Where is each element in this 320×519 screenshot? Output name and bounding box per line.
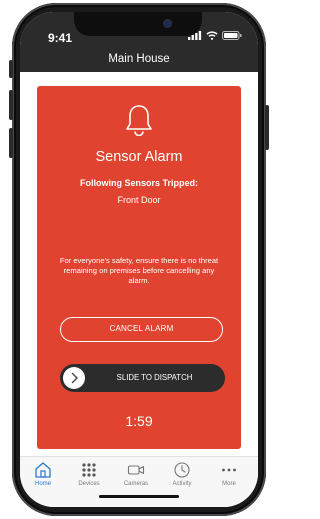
signal-icon xyxy=(188,31,202,40)
tab-cameras-label: Cameras xyxy=(123,481,149,487)
tab-cameras[interactable]: Cameras xyxy=(117,457,155,497)
alarm-card: Sensor Alarm Following Sensors Tripped: … xyxy=(37,86,241,449)
tab-bar: Home Devices Cameras Activity More xyxy=(20,456,258,507)
slide-to-dispatch-slider[interactable]: SLIDE TO DISPATCH xyxy=(60,364,225,392)
tripped-sensors-label: Following Sensors Tripped: xyxy=(79,178,198,188)
tripped-sensor-name: Front Door xyxy=(117,195,161,205)
tab-home-label: Home xyxy=(34,481,51,487)
tab-activity-label: Activity xyxy=(172,481,192,487)
app-header: 9:41 Main House xyxy=(20,12,258,72)
page-title: Main House xyxy=(108,53,170,65)
slider-handle[interactable] xyxy=(63,367,85,389)
tab-more-label: More xyxy=(222,481,236,487)
front-camera xyxy=(164,20,171,27)
slider-label: SLIDE TO DISPATCH xyxy=(116,373,193,382)
tab-activity[interactable]: Activity xyxy=(163,457,201,497)
camera-icon xyxy=(127,465,145,475)
battery-icon xyxy=(222,31,242,40)
home-indicator[interactable] xyxy=(99,495,179,498)
tab-more[interactable]: More xyxy=(210,457,248,497)
notch xyxy=(74,12,202,36)
safety-notice: For everyone's safety, ensure there is n… xyxy=(59,256,219,285)
mute-switch xyxy=(9,60,13,78)
alarm-title: Sensor Alarm xyxy=(95,149,183,165)
status-icons xyxy=(188,31,242,40)
tab-devices[interactable]: Devices xyxy=(70,457,108,497)
phone-screen: 9:41 Main House Sensor Alarm Following S… xyxy=(20,12,258,507)
bell-icon xyxy=(126,105,152,136)
tab-devices-label: Devices xyxy=(78,481,100,487)
countdown-timer: 1:59 xyxy=(125,413,153,429)
power-button xyxy=(265,105,269,150)
tab-home[interactable]: Home xyxy=(24,457,62,497)
chevron-right-icon xyxy=(71,372,78,384)
more-icon xyxy=(222,468,236,472)
status-time: 9:41 xyxy=(48,31,73,45)
clock-icon xyxy=(174,462,190,478)
cancel-alarm-button[interactable]: CANCEL ALARM xyxy=(60,317,223,342)
wifi-icon xyxy=(206,31,218,40)
home-icon xyxy=(35,462,51,478)
devices-grid-icon xyxy=(82,463,96,477)
volume-up-button xyxy=(9,90,13,120)
volume-down-button xyxy=(9,128,13,158)
